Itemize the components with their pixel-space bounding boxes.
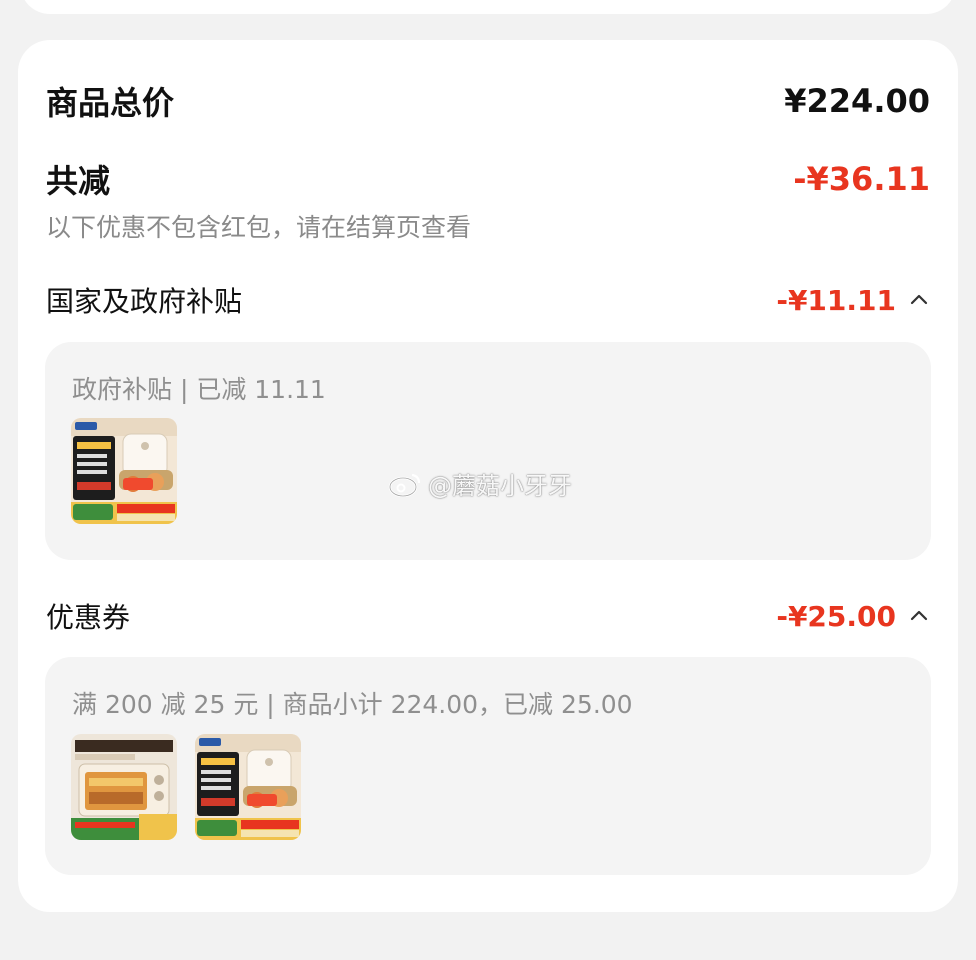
subsidy-detail-box: 政府补贴 | 已减 11.11: [45, 342, 931, 560]
total-label: 商品总价: [46, 84, 175, 122]
coupon-header[interactable]: 优惠券 -¥25.00: [46, 596, 930, 636]
watermark-text: @蘑菇小牙牙: [428, 472, 572, 500]
product-thumb-air-fryer[interactable]: [71, 418, 177, 524]
chevron-up-icon[interactable]: [908, 605, 930, 627]
total-row: 商品总价 ¥224.00: [46, 78, 930, 124]
product-thumb-air-fryer[interactable]: [195, 734, 301, 840]
discount-note: 以下优惠不包含红包，请在结算页查看: [46, 213, 472, 242]
coupon-detail-text: 满 200 减 25 元 | 商品小计 224.00，已减 25.00: [72, 690, 633, 719]
coupon-detail-box: 满 200 减 25 元 | 商品小计 224.00，已减 25.00: [45, 657, 931, 875]
subsidy-title: 国家及政府补贴: [46, 285, 243, 318]
subsidy-amount: -¥11.11: [776, 283, 896, 317]
discount-label: 共减: [46, 162, 111, 200]
coupon-amount: -¥25.00: [776, 599, 896, 633]
product-thumb-oven[interactable]: [71, 734, 177, 840]
subsidy-header[interactable]: 国家及政府补贴 -¥11.11: [46, 280, 930, 320]
watermark: @蘑菇小牙牙: [388, 466, 572, 501]
discount-row: 共减 -¥36.11: [46, 156, 930, 202]
chevron-up-icon[interactable]: [908, 289, 930, 311]
previous-card: [20, 0, 956, 14]
total-value: ¥224.00: [784, 82, 930, 120]
subsidy-detail-text: 政府补贴 | 已减 11.11: [72, 375, 326, 404]
coupon-title: 优惠券: [46, 601, 131, 634]
discount-value: -¥36.11: [793, 160, 930, 198]
weibo-icon: [388, 473, 421, 497]
